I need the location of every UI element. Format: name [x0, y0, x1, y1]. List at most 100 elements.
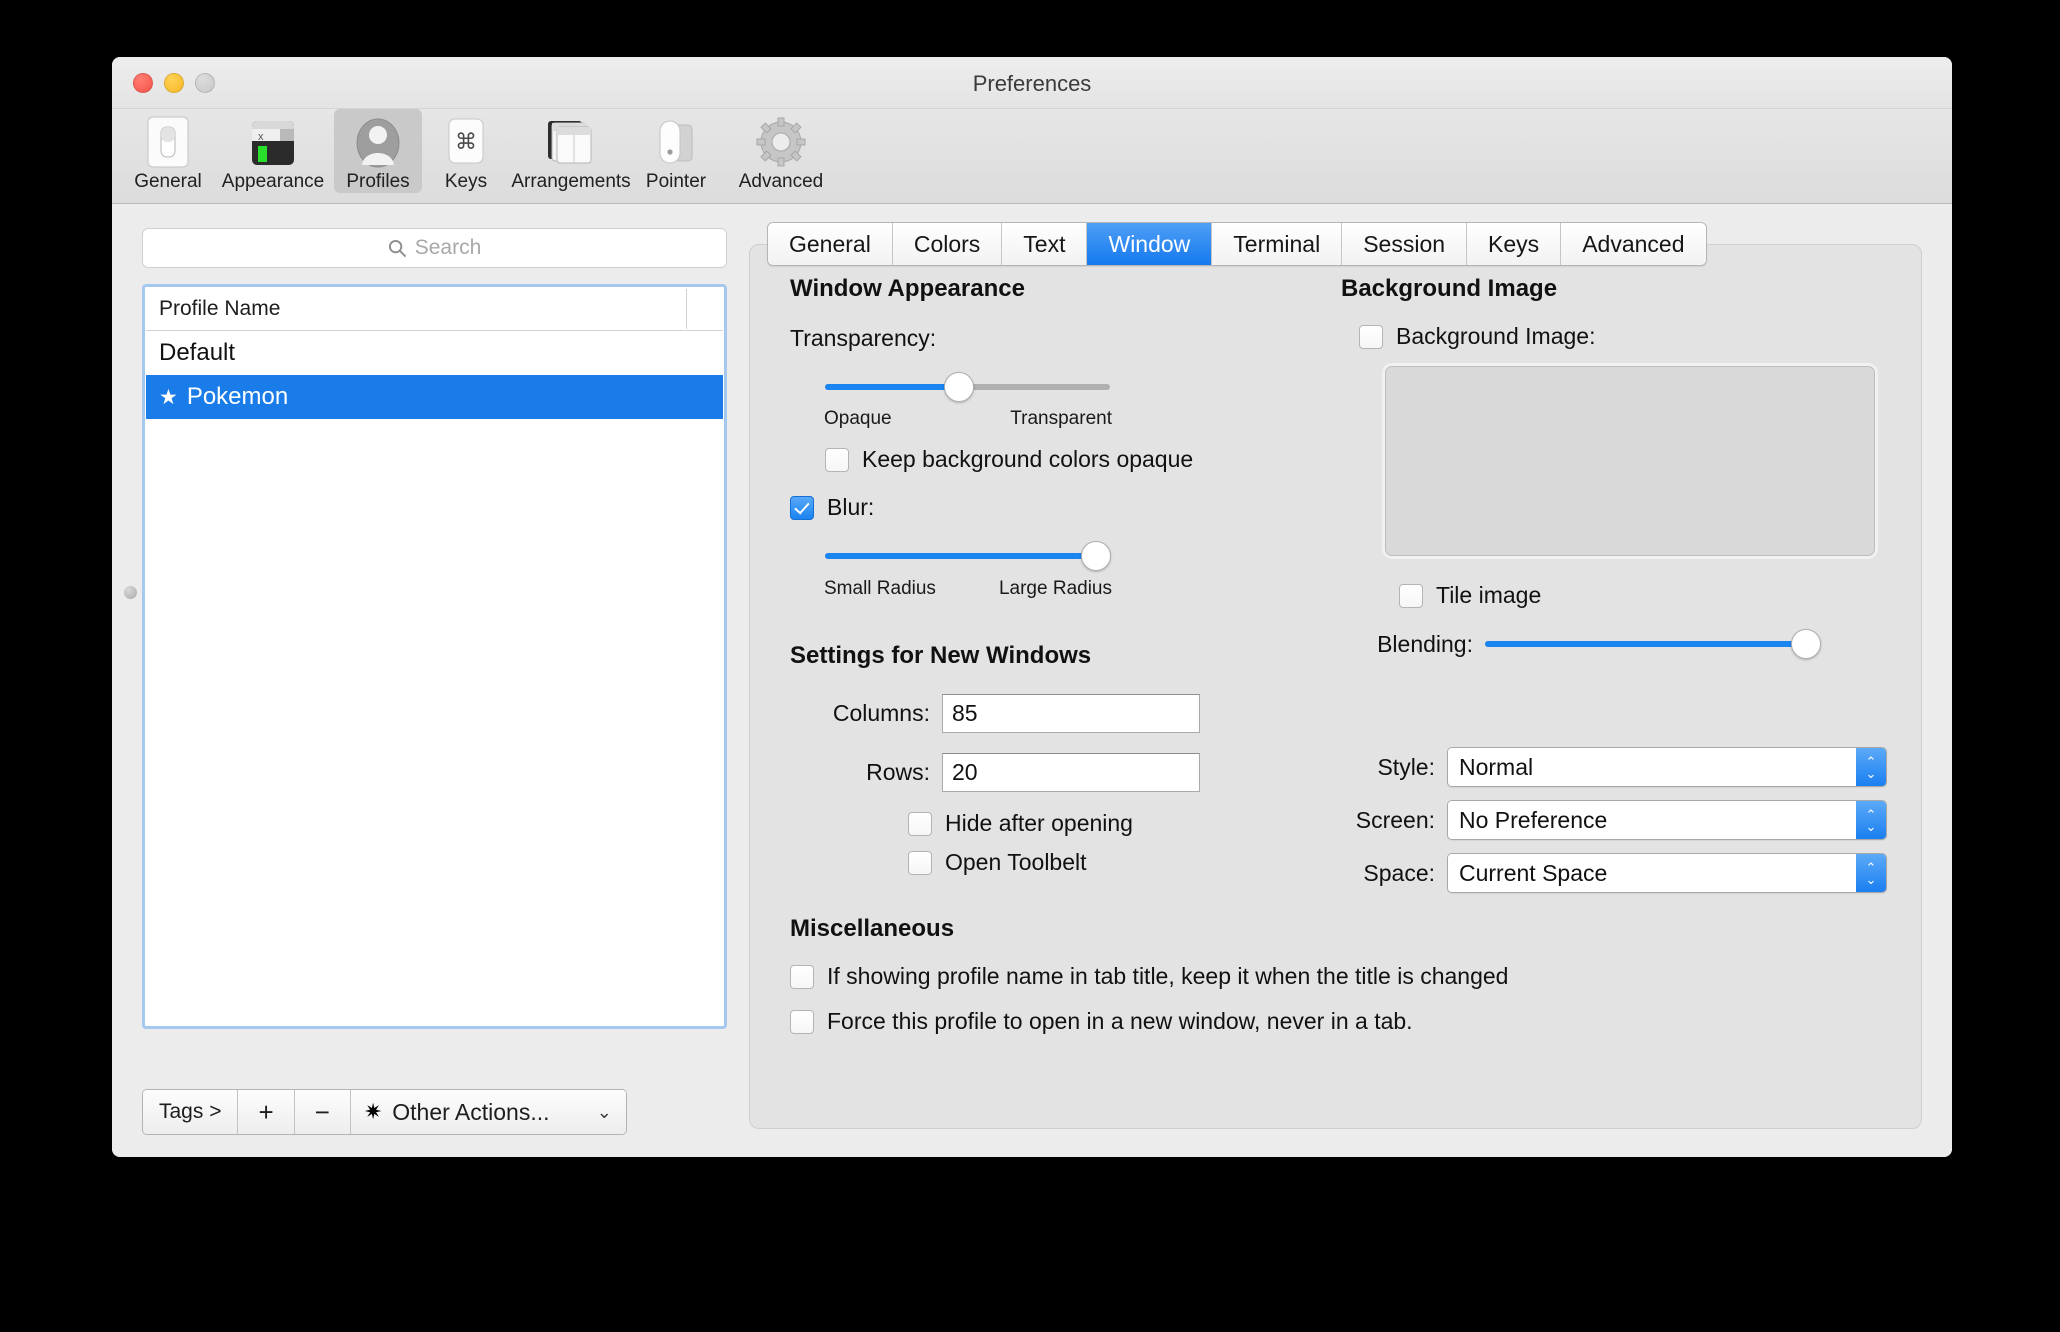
preferences-content: Search Profile Name Default ★ Pokemon Ta…	[112, 204, 1952, 1157]
tab-advanced[interactable]: Advanced	[1561, 223, 1705, 265]
profile-list[interactable]: Profile Name Default ★ Pokemon	[142, 284, 727, 1029]
toolbar-item-arrangements[interactable]: Arrangements	[510, 109, 632, 193]
blur-slider[interactable]	[825, 541, 1110, 571]
screen-dropdown[interactable]: No Preference ⌃⌄	[1447, 800, 1887, 840]
checkbox-box[interactable]	[825, 448, 849, 472]
hide-after-opening-checkbox[interactable]: Hide after opening	[908, 810, 1275, 837]
split-view-handle[interactable]	[124, 586, 137, 599]
tab-keys[interactable]: Keys	[1467, 223, 1561, 265]
stepper-arrows-icon[interactable]: ⌃⌄	[1856, 854, 1886, 892]
style-label: Style:	[1341, 754, 1447, 781]
tab-general[interactable]: General	[768, 223, 893, 265]
chevron-down-icon: ⌄	[597, 1102, 612, 1123]
stepper-arrows-icon[interactable]: ⌃⌄	[1856, 801, 1886, 839]
miscellaneous-heading: Miscellaneous	[790, 915, 1887, 943]
tab-label: Keys	[1488, 231, 1539, 258]
slider-fill	[1485, 641, 1807, 647]
tab-text[interactable]: Text	[1002, 223, 1087, 265]
columns-input[interactable]: 85	[942, 694, 1200, 733]
profile-tabbar: General Colors Text Window Terminal Sess…	[767, 222, 1707, 266]
profiles-sidebar: Search Profile Name Default ★ Pokemon Ta…	[112, 204, 749, 1157]
tab-session[interactable]: Session	[1342, 223, 1467, 265]
remove-profile-button[interactable]: −	[295, 1090, 351, 1134]
toolbar-item-appearance[interactable]: x Appearance	[212, 109, 334, 193]
preferences-window: Preferences General x	[112, 57, 1952, 1157]
window-titlebar: Preferences	[112, 57, 1952, 109]
gear-icon: ✷	[364, 1099, 382, 1125]
background-image-well[interactable]	[1385, 366, 1875, 556]
tab-label: Colors	[914, 231, 980, 258]
blur-checkbox[interactable]: Blur:	[790, 494, 1275, 521]
stepper-arrows-icon[interactable]: ⌃⌄	[1856, 748, 1886, 786]
tags-button[interactable]: Tags >	[143, 1090, 238, 1134]
rows-input[interactable]: 20	[942, 753, 1200, 792]
space-dropdown[interactable]: Current Space ⌃⌄	[1447, 853, 1887, 893]
preferences-toolbar: General x Appearance	[112, 109, 1952, 204]
toolbar-item-pointer[interactable]: Pointer	[632, 109, 720, 193]
profile-row-default[interactable]: Default	[146, 331, 723, 375]
toolbar-item-profiles[interactable]: Profiles	[334, 109, 422, 193]
profile-settings-pane: General Colors Text Window Terminal Sess…	[749, 204, 1952, 1157]
slider-fill	[825, 553, 1097, 559]
columns-value: 85	[952, 700, 978, 727]
space-value: Current Space	[1448, 854, 1856, 892]
other-actions-label: Other Actions...	[392, 1099, 586, 1126]
tab-terminal[interactable]: Terminal	[1212, 223, 1342, 265]
keep-profile-name-checkbox[interactable]: If showing profile name in tab title, ke…	[790, 963, 1887, 990]
svg-text:x: x	[258, 131, 264, 143]
profile-list-column-header[interactable]: Profile Name	[146, 288, 723, 331]
columns-label: Columns:	[790, 700, 942, 727]
checkbox-box[interactable]	[908, 812, 932, 836]
slider-knob[interactable]	[944, 372, 974, 402]
tab-label: General	[789, 231, 871, 258]
tile-image-checkbox[interactable]: Tile image	[1399, 582, 1887, 609]
keep-background-opaque-checkbox[interactable]: Keep background colors opaque	[825, 446, 1275, 473]
checkbox-box[interactable]	[790, 1010, 814, 1034]
screen-value: No Preference	[1448, 801, 1856, 839]
tab-label: Session	[1363, 231, 1445, 258]
style-value: Normal	[1448, 748, 1856, 786]
checkbox-box[interactable]	[1359, 325, 1383, 349]
style-dropdown[interactable]: Normal ⌃⌄	[1447, 747, 1887, 787]
tab-window[interactable]: Window	[1087, 223, 1212, 265]
checkbox-label: Keep background colors opaque	[862, 446, 1193, 473]
open-toolbelt-checkbox[interactable]: Open Toolbelt	[908, 849, 1275, 876]
checkbox-box[interactable]	[1399, 584, 1423, 608]
search-input[interactable]: Search	[142, 228, 727, 268]
column-divider[interactable]	[686, 289, 687, 329]
star-icon: ★	[159, 385, 178, 410]
checkbox-box[interactable]	[790, 965, 814, 989]
checkbox-label: Force this profile to open in a new wind…	[827, 1008, 1413, 1035]
toolbar-item-general[interactable]: General	[124, 109, 212, 193]
background-image-checkbox[interactable]: Background Image:	[1359, 323, 1887, 350]
toolbar-item-keys[interactable]: ⌘ Keys	[422, 109, 510, 193]
toolbar-label: Appearance	[222, 171, 324, 193]
checkbox-box[interactable]	[790, 496, 814, 520]
transparency-label: Transparency:	[790, 325, 1275, 352]
blending-slider[interactable]	[1485, 629, 1821, 659]
force-new-window-checkbox[interactable]: Force this profile to open in a new wind…	[790, 1008, 1887, 1035]
tab-colors[interactable]: Colors	[893, 223, 1002, 265]
minus-icon: −	[315, 1097, 330, 1128]
slider-knob[interactable]	[1791, 629, 1821, 659]
transparency-slider[interactable]	[825, 372, 1110, 402]
profiles-icon	[352, 114, 404, 170]
tags-label: Tags >	[159, 1100, 221, 1124]
toolbar-label: General	[134, 171, 202, 193]
add-profile-button[interactable]: +	[238, 1090, 294, 1134]
space-label: Space:	[1341, 860, 1447, 887]
search-placeholder: Search	[415, 236, 482, 260]
column-header-label: Profile Name	[159, 297, 280, 321]
checkbox-box[interactable]	[908, 851, 932, 875]
slider-fill	[825, 384, 958, 390]
checkbox-label: If showing profile name in tab title, ke…	[827, 963, 1508, 990]
new-windows-heading: Settings for New Windows	[790, 642, 1275, 670]
toolbar-label: Keys	[445, 171, 487, 193]
plus-icon: +	[258, 1097, 273, 1128]
profile-row-pokemon[interactable]: ★ Pokemon	[146, 375, 723, 419]
slider-knob[interactable]	[1081, 541, 1111, 571]
toolbar-item-advanced[interactable]: Advanced	[720, 109, 842, 193]
window-appearance-heading: Window Appearance	[790, 275, 1275, 303]
other-actions-button[interactable]: ✷ Other Actions... ⌄	[351, 1090, 626, 1134]
checkbox-label: Tile image	[1436, 582, 1541, 609]
